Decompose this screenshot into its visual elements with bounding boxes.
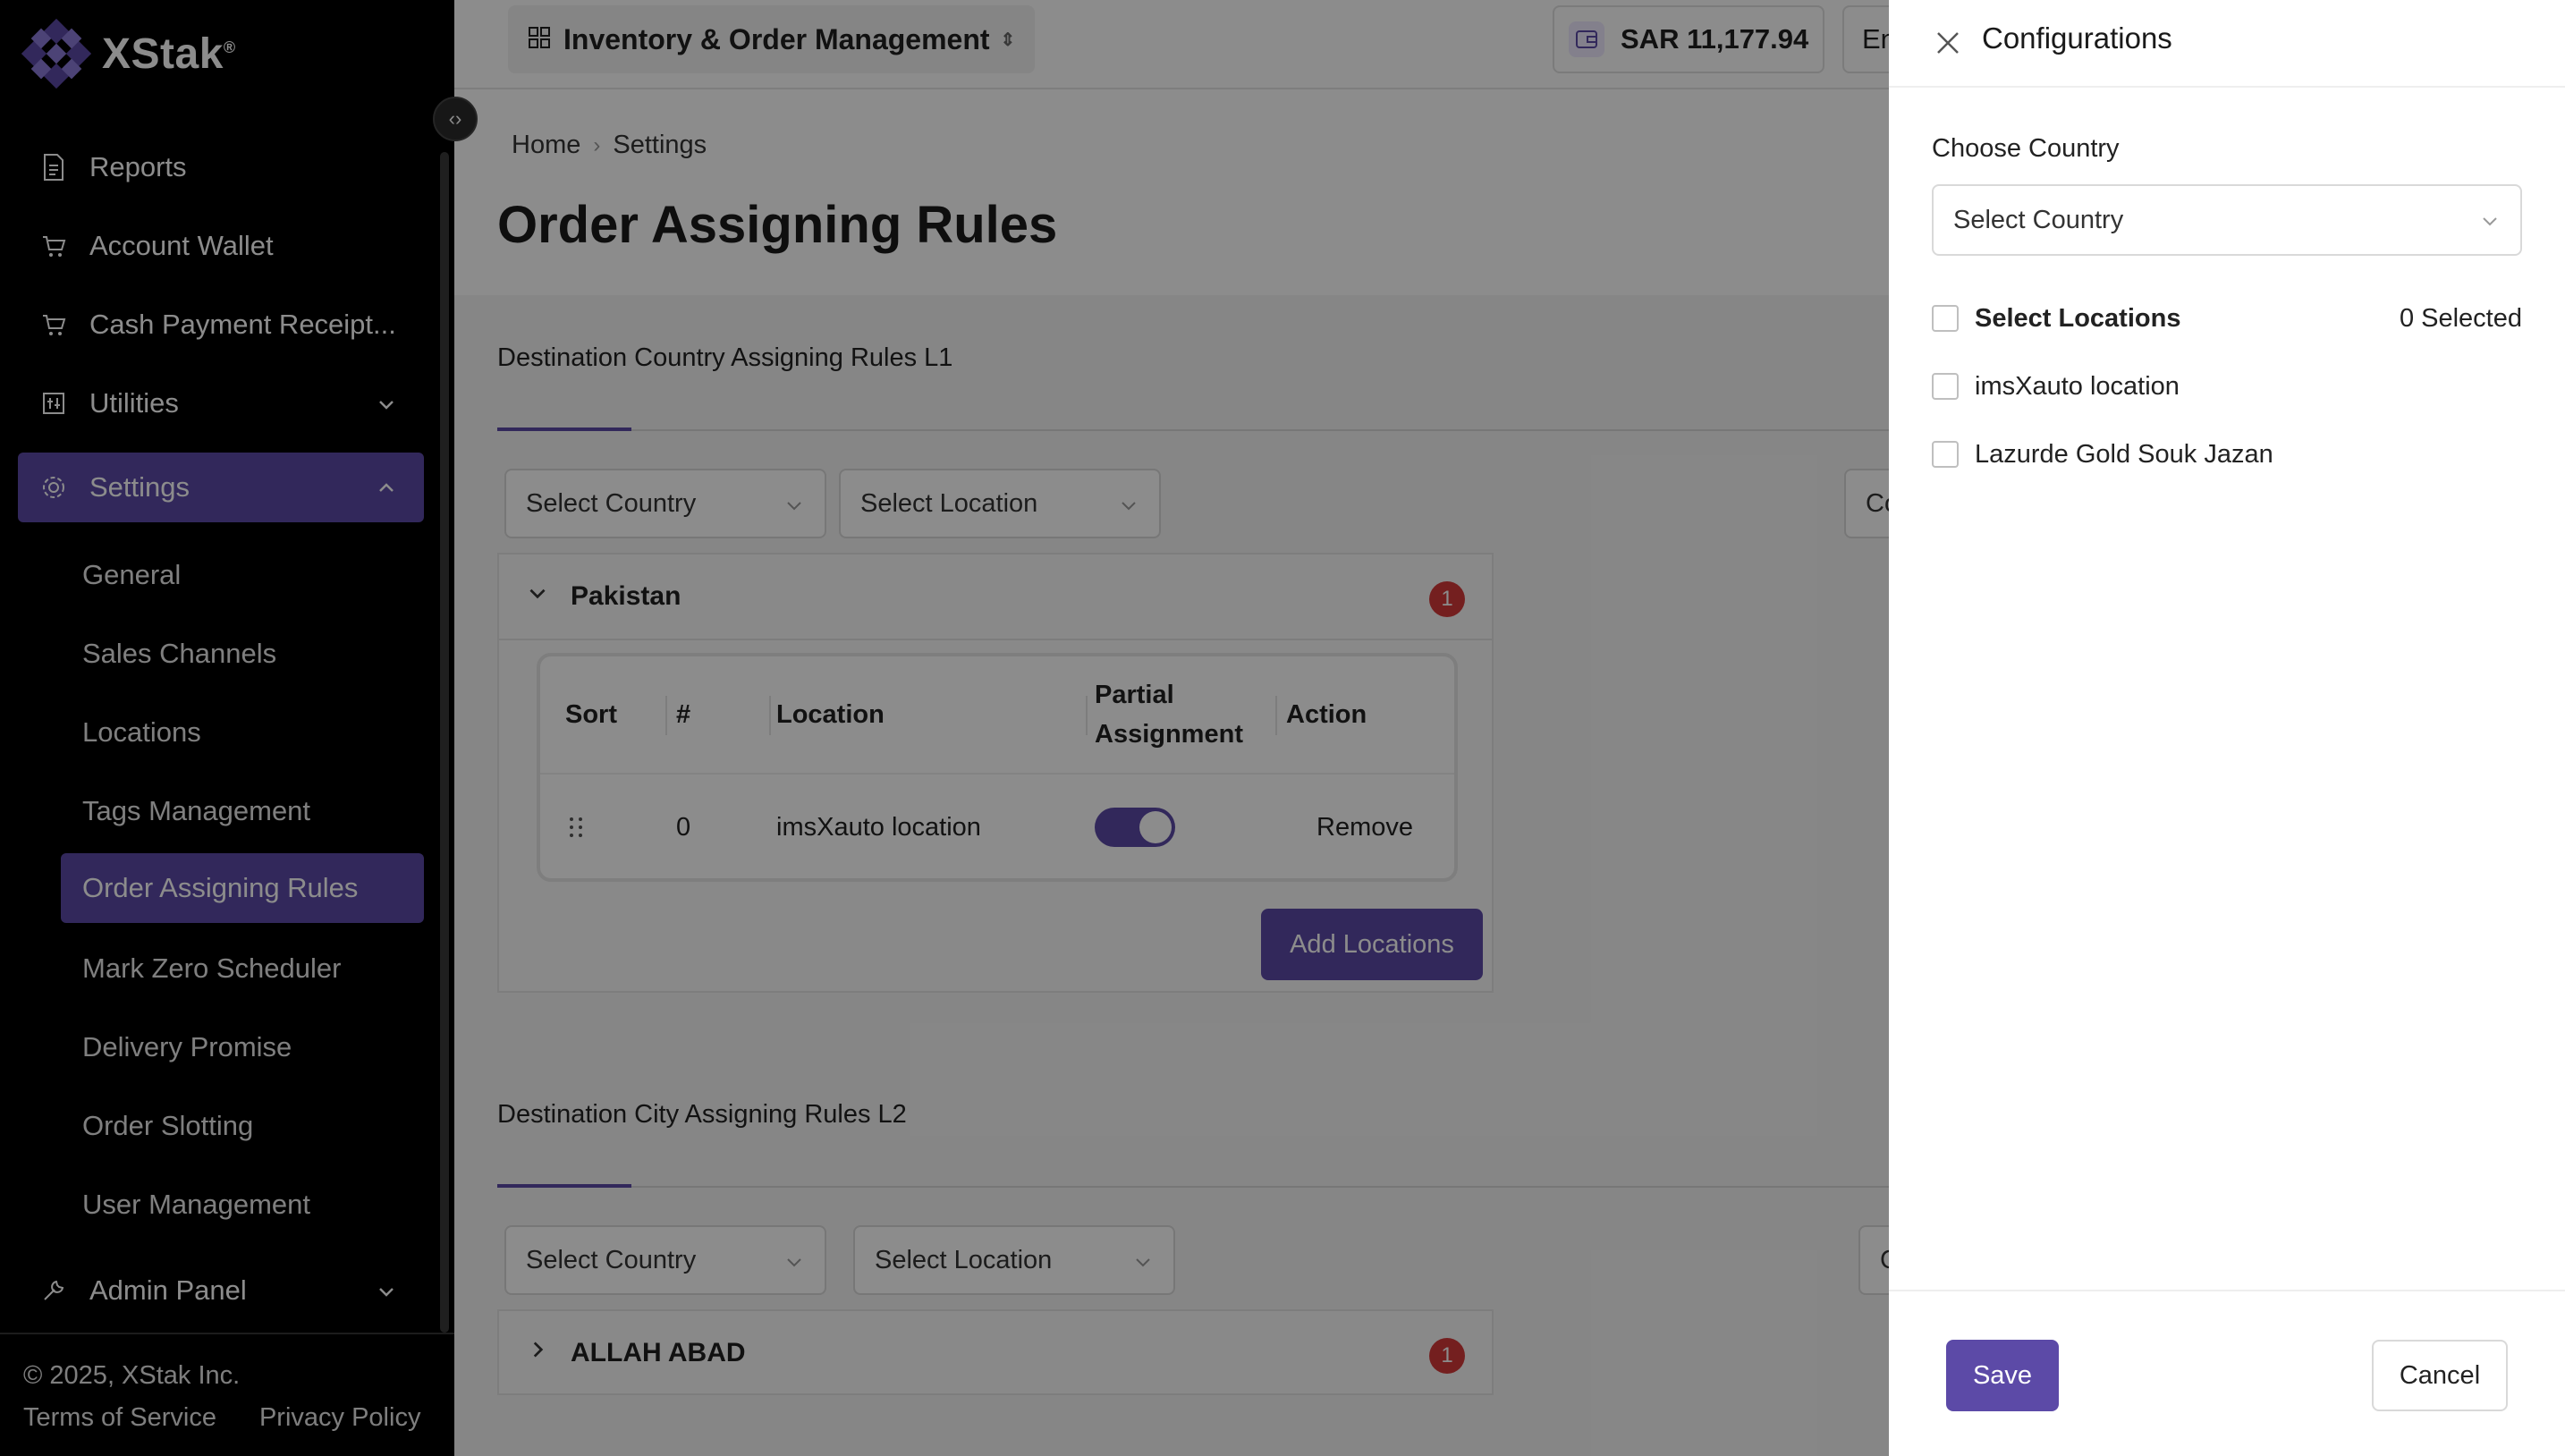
select-all-label: Select Locations: [1975, 303, 2181, 333]
location-checkbox[interactable]: [1932, 373, 1959, 400]
modal-overlay[interactable]: [0, 0, 1889, 1456]
drawer-country-select-value: Select Country: [1953, 205, 2124, 234]
drawer-header: Configurations: [1889, 0, 2565, 88]
drawer-footer: Save Cancel: [1889, 1290, 2565, 1456]
location-option-label: imsXauto location: [1975, 371, 2180, 401]
chevron-down-icon: [2479, 209, 2501, 239]
location-option[interactable]: Lazurde Gold Souk Jazan: [1932, 436, 2522, 472]
location-option[interactable]: imsXauto location: [1932, 368, 2522, 404]
close-icon[interactable]: [1928, 23, 1968, 63]
cancel-button[interactable]: Cancel: [2372, 1340, 2508, 1411]
drawer-country-select[interactable]: Select Country: [1932, 184, 2522, 256]
select-all-locations[interactable]: Select Locations 0 Selected: [1932, 301, 2522, 336]
save-button[interactable]: Save: [1946, 1340, 2059, 1411]
location-option-label: Lazurde Gold Souk Jazan: [1975, 439, 2273, 469]
location-checkbox[interactable]: [1932, 441, 1959, 468]
drawer-title: Configurations: [1982, 21, 2172, 55]
choose-country-label: Choose Country: [1932, 134, 2120, 163]
configurations-drawer: Configurations Choose Country Select Cou…: [1889, 0, 2565, 1456]
selected-count: 0 Selected: [2399, 303, 2522, 333]
select-all-checkbox[interactable]: [1932, 305, 1959, 332]
